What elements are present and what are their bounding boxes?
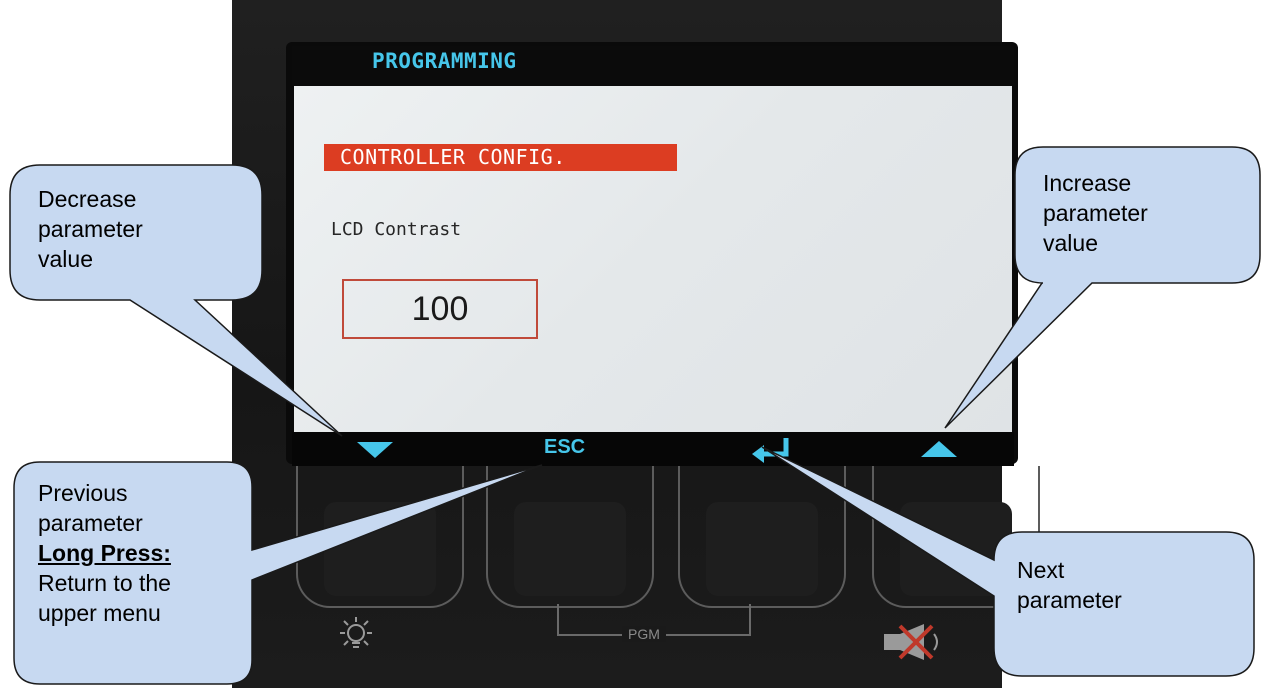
- callout-line: Decrease: [38, 186, 137, 212]
- callout-line: value: [38, 246, 93, 272]
- callout-line: Return to the: [38, 570, 171, 596]
- callout-line: parameter: [1043, 200, 1148, 226]
- callout-decrease-text: Decrease parameter value: [38, 184, 143, 274]
- callout-line: Increase: [1043, 170, 1132, 196]
- callout-line: value: [1043, 230, 1098, 256]
- callout-line: parameter: [38, 510, 143, 536]
- callout-line: parameter: [38, 216, 143, 242]
- callout-previous-text: Previous parameter Long Press: Return to…: [38, 478, 171, 628]
- callout-increase-text: Increase parameter value: [1043, 168, 1148, 258]
- callout-line: Previous: [38, 480, 128, 506]
- callout-line: Next: [1017, 557, 1065, 583]
- long-press-label: Long Press:: [38, 540, 171, 566]
- callout-line: upper menu: [38, 600, 161, 626]
- callout-next-text: Next parameter: [1017, 555, 1122, 615]
- callout-next-bubble: [761, 446, 1255, 677]
- callout-line: parameter: [1017, 587, 1122, 613]
